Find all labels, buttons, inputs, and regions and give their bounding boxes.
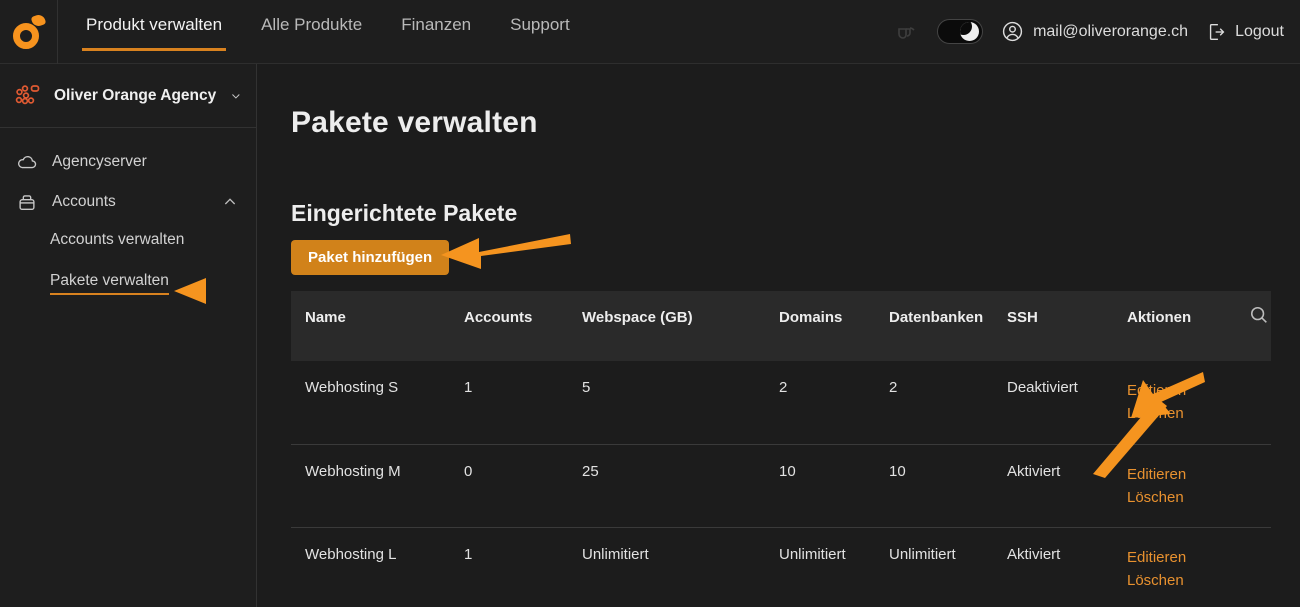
sidebar-item-label: Accounts xyxy=(52,193,116,210)
delete-link[interactable]: Löschen xyxy=(1127,486,1271,509)
nav-item-support[interactable]: Support xyxy=(510,12,570,51)
table-row: Webhosting L 1 Unlimitiert Unlimitiert U… xyxy=(291,527,1271,607)
app-logo[interactable] xyxy=(0,0,58,64)
cell-accounts: 1 xyxy=(464,527,582,607)
table-row: Webhosting S 1 5 2 2 Deaktiviert Editier… xyxy=(291,361,1271,445)
table-header-row: Name Accounts Webspace (GB) Domains Date… xyxy=(291,291,1271,361)
cell-databases: Unlimitiert xyxy=(889,527,1007,607)
logout-label: Logout xyxy=(1235,22,1284,40)
user-circle-icon xyxy=(1002,21,1023,42)
chevron-up-icon xyxy=(224,198,236,205)
nav-item-finanzen[interactable]: Finanzen xyxy=(401,12,471,51)
cell-domains: Unlimitiert xyxy=(779,527,889,607)
cell-databases: 2 xyxy=(889,361,1007,445)
cell-ssh: Aktiviert xyxy=(1007,444,1127,528)
column-header-webspace[interactable]: Webspace (GB) xyxy=(582,291,779,361)
column-header-domains[interactable]: Domains xyxy=(779,291,889,361)
cell-webspace: Unlimitiert xyxy=(582,527,779,607)
cell-name: Webhosting S xyxy=(291,361,464,445)
cell-domains: 10 xyxy=(779,444,889,528)
bucket-icon xyxy=(16,191,38,213)
column-header-name[interactable]: Name xyxy=(291,291,464,361)
cell-databases: 10 xyxy=(889,444,1007,528)
cloud-icon xyxy=(16,151,38,173)
cell-webspace: 5 xyxy=(582,361,779,445)
sidebar-item-label: Agencyserver xyxy=(52,153,147,170)
logout-button[interactable]: Logout xyxy=(1206,21,1284,43)
top-header-bar: Produkt verwalten Alle Produkte Finanzen… xyxy=(0,0,1300,64)
logout-icon xyxy=(1209,23,1225,40)
cell-actions: Editieren Löschen xyxy=(1127,361,1271,445)
dark-mode-toggle[interactable] xyxy=(937,19,984,44)
cell-ssh: Deaktiviert xyxy=(1007,361,1127,445)
sidebar-subitem-pakete-verwalten[interactable]: Pakete verwalten xyxy=(0,263,256,304)
cell-actions: Editieren Löschen xyxy=(1127,444,1271,528)
column-header-datenbanken[interactable]: Datenbanken xyxy=(889,291,1007,361)
nav-item-alle-produkte[interactable]: Alle Produkte xyxy=(261,12,362,51)
cell-webspace: 25 xyxy=(582,444,779,528)
sidebar-nav: Agencyserver Accounts Accounts verwalten… xyxy=(0,128,256,304)
page-title: Pakete verwalten xyxy=(291,106,538,139)
section-title: Eingerichtete Pakete xyxy=(291,200,518,226)
cell-name: Webhosting L xyxy=(291,527,464,607)
nav-item-produkt-verwalten[interactable]: Produkt verwalten xyxy=(81,12,227,51)
search-icon[interactable] xyxy=(1248,304,1270,326)
orange-logo-icon xyxy=(12,12,46,49)
sidebar-item-accounts[interactable]: Accounts xyxy=(0,182,256,222)
add-package-button[interactable]: Paket hinzufügen xyxy=(291,240,450,275)
column-header-aktionen: Aktionen xyxy=(1127,291,1271,361)
sidebar-subitem-label: Accounts verwalten xyxy=(50,231,185,248)
cell-domains: 2 xyxy=(779,361,889,445)
cell-accounts: 1 xyxy=(464,361,582,445)
header-right-controls: mail@oliverorange.ch Logout xyxy=(895,19,1300,44)
sidebar-subitem-label: Pakete verwalten xyxy=(50,272,169,295)
sidebar: Oliver Orange Agency Agencyserver Accoun… xyxy=(0,64,257,607)
cell-accounts: 0 xyxy=(464,444,582,528)
main-content: Pakete verwalten Eingerichtete Pakete Pa… xyxy=(257,64,1300,607)
column-header-accounts[interactable]: Accounts xyxy=(464,291,582,361)
agency-name-label: Oliver Orange Agency xyxy=(54,86,217,104)
chevron-down-icon xyxy=(232,93,240,99)
cell-name: Webhosting M xyxy=(291,444,464,528)
sidebar-subitem-accounts-verwalten[interactable]: Accounts verwalten xyxy=(0,222,256,263)
sidebar-item-agencyserver[interactable]: Agencyserver xyxy=(0,142,256,182)
mask-icon[interactable] xyxy=(895,20,919,44)
packages-table: Name Accounts Webspace (GB) Domains Date… xyxy=(291,291,1271,607)
agency-dots-icon xyxy=(15,84,40,104)
edit-link[interactable]: Editieren xyxy=(1127,379,1271,402)
main-navigation: Produkt verwalten Alle Produkte Finanzen… xyxy=(81,0,609,64)
delete-link[interactable]: Löschen xyxy=(1127,569,1271,592)
edit-link[interactable]: Editieren xyxy=(1127,546,1271,569)
cell-ssh: Aktiviert xyxy=(1007,527,1127,607)
edit-link[interactable]: Editieren xyxy=(1127,463,1271,486)
cell-actions: Editieren Löschen xyxy=(1127,527,1271,607)
agency-selector[interactable]: Oliver Orange Agency xyxy=(0,64,256,128)
column-header-ssh[interactable]: SSH xyxy=(1007,291,1127,361)
table-row: Webhosting M 0 25 10 10 Aktiviert Editie… xyxy=(291,444,1271,528)
user-account-menu[interactable]: mail@oliverorange.ch xyxy=(1001,20,1188,43)
user-email-label: mail@oliverorange.ch xyxy=(1033,22,1189,40)
delete-link[interactable]: Löschen xyxy=(1127,402,1271,425)
moon-icon xyxy=(960,22,980,41)
